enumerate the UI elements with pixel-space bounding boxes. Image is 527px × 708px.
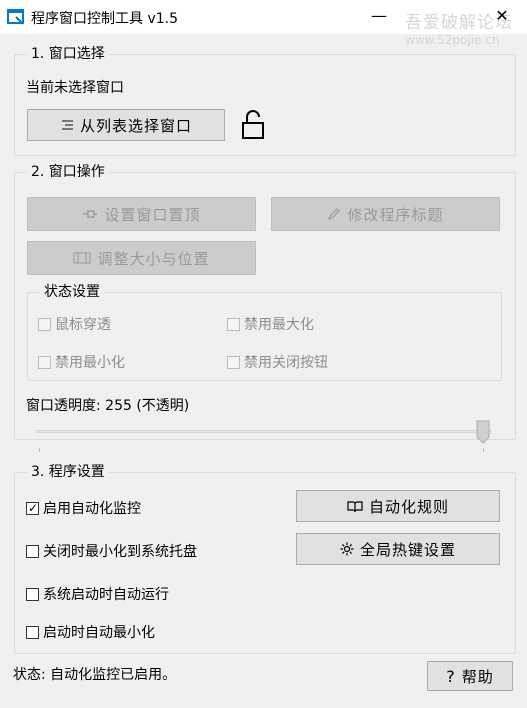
current-window-label: 当前未选择窗口: [26, 80, 124, 96]
slider-tick-min: [39, 448, 40, 452]
set-topmost-button[interactable]: 设置窗口置顶: [27, 197, 256, 231]
pin-icon: [82, 208, 98, 220]
pencil-icon: [327, 207, 341, 221]
disable-close-label: 禁用关闭按钮: [244, 355, 328, 371]
disable-minimize-checkbox[interactable]: 禁用最小化: [38, 352, 125, 372]
autostart-label: 系统启动时自动运行: [43, 587, 169, 603]
click-through-checkbox[interactable]: 鼠标穿透: [38, 314, 111, 334]
disable-close-checkbox[interactable]: 禁用关闭按钮: [227, 352, 328, 372]
automation-rules-button[interactable]: 自动化规则: [296, 490, 500, 522]
opacity-slider-thumb[interactable]: [476, 420, 490, 444]
start-minimized-checkbox[interactable]: 启动时自动最小化: [26, 622, 155, 642]
resize-position-button[interactable]: 调整大小与位置: [27, 241, 256, 275]
maximize-button[interactable]: [401, 0, 445, 34]
opacity-slider-track[interactable]: [36, 430, 491, 433]
watermark-url: www.52pojie.cn: [405, 33, 500, 47]
section1-title: 1. 窗口选择: [27, 46, 109, 62]
help-button[interactable]: ? 帮助: [427, 661, 513, 691]
set-topmost-label: 设置窗口置顶: [104, 205, 201, 224]
select-from-list-button[interactable]: 从列表选择窗口: [27, 109, 225, 141]
section3-title: 3. 程序设置: [27, 464, 109, 480]
status-text: 状态: 自动化监控已启用。: [13, 667, 177, 683]
question-icon: ?: [446, 666, 456, 686]
app-icon: [7, 9, 24, 25]
global-hotkey-button[interactable]: 全局热键设置: [296, 533, 500, 565]
resize-icon: [73, 252, 92, 264]
resize-position-label: 调整大小与位置: [97, 249, 210, 268]
window-title: 程序窗口控制工具 v1.5: [31, 11, 178, 27]
autostart-checkbox[interactable]: 系统启动时自动运行: [26, 584, 169, 604]
checkmark-icon: ✓: [28, 500, 39, 515]
slider-tick-max: [483, 448, 484, 452]
state-settings-title: 状态设置: [40, 284, 104, 300]
book-icon: [347, 500, 363, 513]
unlock-icon[interactable]: [240, 108, 266, 140]
close-button[interactable]: ✕: [480, 0, 524, 34]
start-minimized-label: 启动时自动最小化: [43, 625, 155, 641]
select-from-list-label: 从列表选择窗口: [79, 116, 192, 135]
minimize-tray-checkbox[interactable]: 关闭时最小化到系统托盘: [26, 541, 197, 561]
gear-icon: [340, 542, 354, 556]
minimize-tray-label: 关闭时最小化到系统托盘: [43, 544, 197, 560]
disable-minimize-label: 禁用最小化: [55, 355, 125, 371]
title-bar[interactable]: 程序窗口控制工具 v1.5 吾爱破解论坛 — ✕: [0, 0, 527, 34]
rename-title-button[interactable]: 修改程序标题: [271, 197, 500, 231]
list-icon: [60, 119, 74, 131]
opacity-label: 窗口透明度: 255 (不透明): [26, 398, 190, 414]
automation-rules-label: 自动化规则: [368, 497, 449, 516]
minimize-button[interactable]: —: [357, 0, 401, 34]
rename-title-label: 修改程序标题: [347, 205, 444, 224]
auto-monitor-label: 启用自动化监控: [43, 501, 141, 517]
global-hotkey-label: 全局热键设置: [359, 540, 456, 559]
help-label: 帮助: [461, 667, 494, 686]
auto-monitor-checkbox[interactable]: ✓ 启用自动化监控: [26, 498, 141, 518]
section2-title: 2. 窗口操作: [27, 164, 109, 180]
disable-maximize-checkbox[interactable]: 禁用最大化: [227, 314, 314, 334]
click-through-label: 鼠标穿透: [55, 317, 111, 333]
disable-maximize-label: 禁用最大化: [244, 317, 314, 333]
